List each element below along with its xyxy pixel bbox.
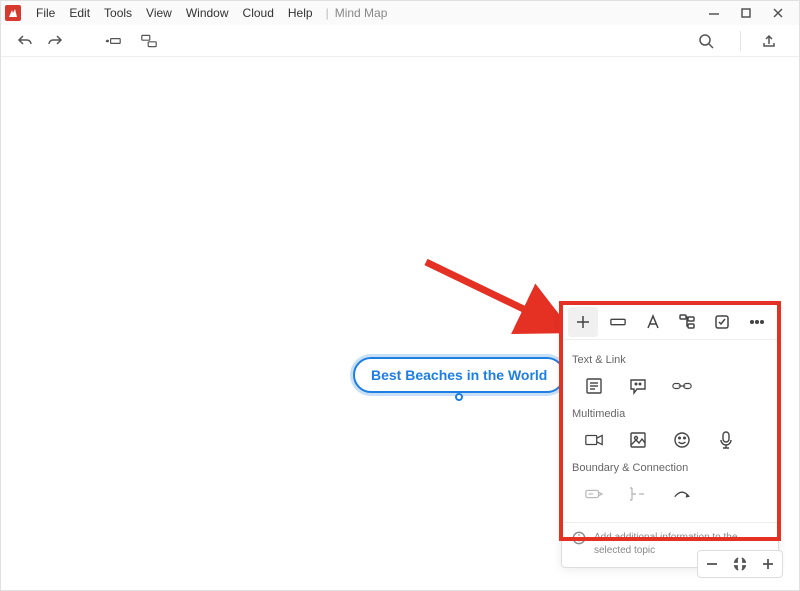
canvas[interactable]: Best Beaches in the World [1,57,799,590]
undo-button[interactable] [13,29,37,53]
insert-image-button[interactable] [616,424,660,456]
share-button[interactable] [757,29,781,53]
insert-boundary-button[interactable] [572,478,616,510]
app-icon [5,5,21,21]
panel-tab-insert[interactable] [568,307,598,337]
titlebar: File Edit Tools View Window Cloud Help |… [1,1,799,25]
separator: | [326,6,329,20]
zoom-in-button[interactable] [754,550,782,578]
central-topic-text: Best Beaches in the World [371,367,547,383]
section-label-text-link: Text & Link [572,354,768,366]
zoom-controls [697,550,783,578]
add-floating-topic-button[interactable] [137,29,161,53]
insert-comment-button[interactable] [616,370,660,402]
side-panel-tabs [562,304,778,340]
add-subtopic-button[interactable] [101,29,125,53]
maximize-button[interactable] [739,6,753,20]
panel-tab-task[interactable] [707,307,737,337]
toolbar [1,25,799,57]
panel-body: Text & Link Multimedia [562,340,778,522]
document-tab-label: Mind Map [335,6,388,20]
zoom-out-button[interactable] [698,550,726,578]
section-label-boundary: Boundary & Connection [572,462,768,474]
panel-tab-structure[interactable] [672,307,702,337]
insert-emoji-button[interactable] [660,424,704,456]
insert-video-button[interactable] [572,424,616,456]
menu-file[interactable]: File [29,4,62,22]
close-button[interactable] [771,6,785,20]
menu-help[interactable]: Help [281,4,320,22]
separator [740,31,741,51]
panel-tab-shape[interactable] [603,307,633,337]
fit-to-screen-button[interactable] [726,550,754,578]
topic-handle-bottom[interactable] [455,393,463,401]
window-controls [707,6,795,20]
insert-relationship-button[interactable] [660,478,704,510]
central-topic[interactable]: Best Beaches in the World [353,357,565,393]
menu-tools[interactable]: Tools [97,4,139,22]
insert-hyperlink-button[interactable] [660,370,704,402]
insert-audio-button[interactable] [704,424,748,456]
search-button[interactable] [694,29,718,53]
insert-summary-button[interactable] [616,478,660,510]
section-label-multimedia: Multimedia [572,408,768,420]
side-panel: Text & Link Multimedia [561,303,779,568]
redo-button[interactable] [43,29,67,53]
menu-cloud[interactable]: Cloud [236,4,281,22]
info-icon [572,531,586,549]
menu-window[interactable]: Window [179,4,236,22]
minimize-button[interactable] [707,6,721,20]
panel-tab-font[interactable] [638,307,668,337]
menu-edit[interactable]: Edit [62,4,97,22]
menu-view[interactable]: View [139,4,179,22]
panel-tab-more[interactable] [742,307,772,337]
insert-note-button[interactable] [572,370,616,402]
